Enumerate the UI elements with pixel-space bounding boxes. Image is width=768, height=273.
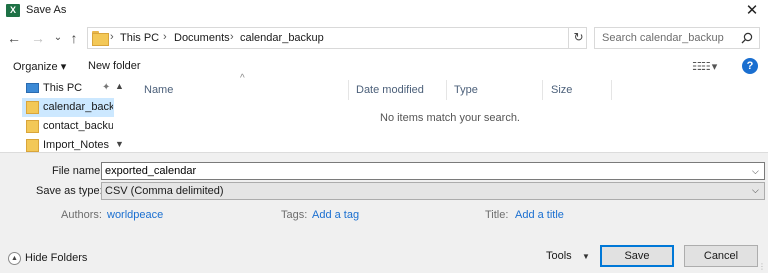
organize-button[interactable]: Organize ▾ (13, 60, 66, 73)
sidebar-item-label: Import_Notes (43, 139, 110, 151)
scroll-down-icon[interactable]: ▼ (115, 139, 124, 149)
cancel-button[interactable]: Cancel (684, 245, 758, 267)
column-header-date-modified[interactable]: Date modified (356, 84, 424, 96)
column-headers: Name Date modified Type Size (132, 80, 768, 100)
up-arrow-icon[interactable]: ↑ (66, 29, 82, 47)
address-bar[interactable]: › This PC › Documents › calendar_backup … (87, 27, 651, 49)
tools-button[interactable]: Tools (546, 250, 572, 262)
savetype-label: Save as type: (36, 185, 103, 197)
chevron-down-icon[interactable]: ⌵ (752, 166, 759, 177)
breadcrumb-documents[interactable]: Documents (174, 32, 230, 44)
help-icon[interactable]: ? (742, 58, 758, 74)
search-box[interactable]: Search calendar_backup (594, 27, 760, 49)
column-header-size[interactable]: Size (551, 84, 572, 96)
filename-label: File name: (52, 165, 104, 177)
authors-label: Authors: (61, 209, 102, 221)
folder-icon (92, 31, 109, 46)
excel-icon: X (6, 4, 20, 17)
command-bar: Organize ▾ New folder ☷☷ ▾ ? (0, 56, 768, 78)
sidebar-item-this-pc[interactable]: This PC (22, 79, 114, 98)
refresh-icon[interactable]: ↻ (568, 27, 588, 49)
breadcrumb-separator: › (163, 31, 167, 43)
title-label: Title: (485, 209, 509, 221)
filename-field[interactable] (101, 162, 765, 180)
forward-arrow-icon[interactable]: → (30, 29, 46, 47)
new-folder-button[interactable]: New folder (88, 60, 141, 72)
computer-icon (26, 83, 39, 93)
save-button[interactable]: Save (600, 245, 674, 267)
column-divider[interactable] (446, 80, 447, 100)
scroll-up-icon[interactable]: ▲ (115, 81, 124, 91)
column-header-type[interactable]: Type (454, 84, 478, 96)
sidebar-item-import-notes[interactable]: Import_Notes (22, 136, 114, 152)
chevron-up-circle-icon: ▲ (8, 252, 21, 265)
breadcrumb-separator: › (110, 31, 114, 43)
hide-folders-label: Hide Folders (25, 252, 88, 264)
recent-locations-chevron-icon[interactable]: ⌄ (50, 29, 66, 47)
column-divider[interactable] (542, 80, 543, 100)
add-title-link[interactable]: Add a title (515, 209, 564, 221)
chevron-down-icon[interactable]: ⌵ (752, 185, 759, 196)
column-divider[interactable] (348, 80, 349, 100)
close-icon[interactable]: ✕ (742, 1, 762, 21)
view-options-icon[interactable]: ☷☷ ▾ (692, 60, 717, 73)
column-header-name[interactable]: Name (144, 84, 173, 96)
search-icon (741, 32, 753, 44)
pin-icon[interactable]: ✦ (102, 82, 110, 93)
tags-label: Tags: (281, 209, 308, 221)
navigation-bar: ← → ⌄ ↑ › This PC › Documents › calendar… (0, 26, 768, 52)
tools-dropdown-icon[interactable]: ▼ (582, 252, 590, 261)
breadcrumb-separator: › (230, 31, 234, 43)
title-bar: X Save As ✕ (0, 0, 768, 22)
empty-list-message: No items match your search. (380, 112, 520, 124)
breadcrumb-this-pc[interactable]: This PC (120, 32, 159, 44)
breadcrumb-calendar-backup[interactable]: calendar_backup (240, 32, 324, 44)
column-divider[interactable] (611, 80, 612, 100)
add-tag-link[interactable]: Add a tag (312, 209, 359, 221)
savetype-select[interactable]: CSV (Comma delimited) (101, 182, 765, 200)
save-options-panel: File name: ⌵ Save as type: CSV (Comma de… (0, 152, 768, 273)
resize-grip-icon[interactable]: ⋮ (758, 262, 766, 271)
window-title: Save As (26, 4, 67, 16)
authors-value[interactable]: worldpeace (107, 209, 163, 221)
folder-icon (26, 139, 39, 152)
back-arrow-icon[interactable]: ← (6, 29, 22, 47)
search-input[interactable]: Search calendar_backup (602, 32, 724, 44)
